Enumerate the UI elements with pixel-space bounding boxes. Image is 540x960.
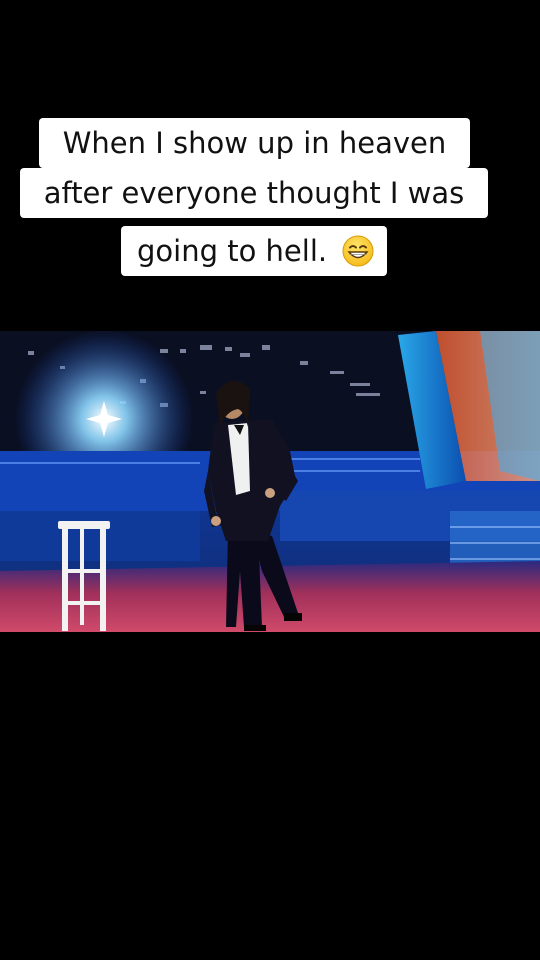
- caption-line-3-text: going to hell.: [137, 234, 328, 268]
- caption-line-2-text: after everyone thought I was: [43, 176, 465, 210]
- caption-line-3: going to hell.: [121, 226, 387, 276]
- caption-line-1: When I show up in heaven: [39, 118, 470, 168]
- caption-line-2: after everyone thought I was: [20, 168, 488, 218]
- stool: [58, 521, 110, 631]
- stage-scene: [0, 331, 540, 632]
- caption-line-1-text: When I show up in heaven: [62, 126, 447, 160]
- grinning-squinting-face-emoji-icon: [342, 235, 374, 267]
- video-player[interactable]: [0, 331, 540, 632]
